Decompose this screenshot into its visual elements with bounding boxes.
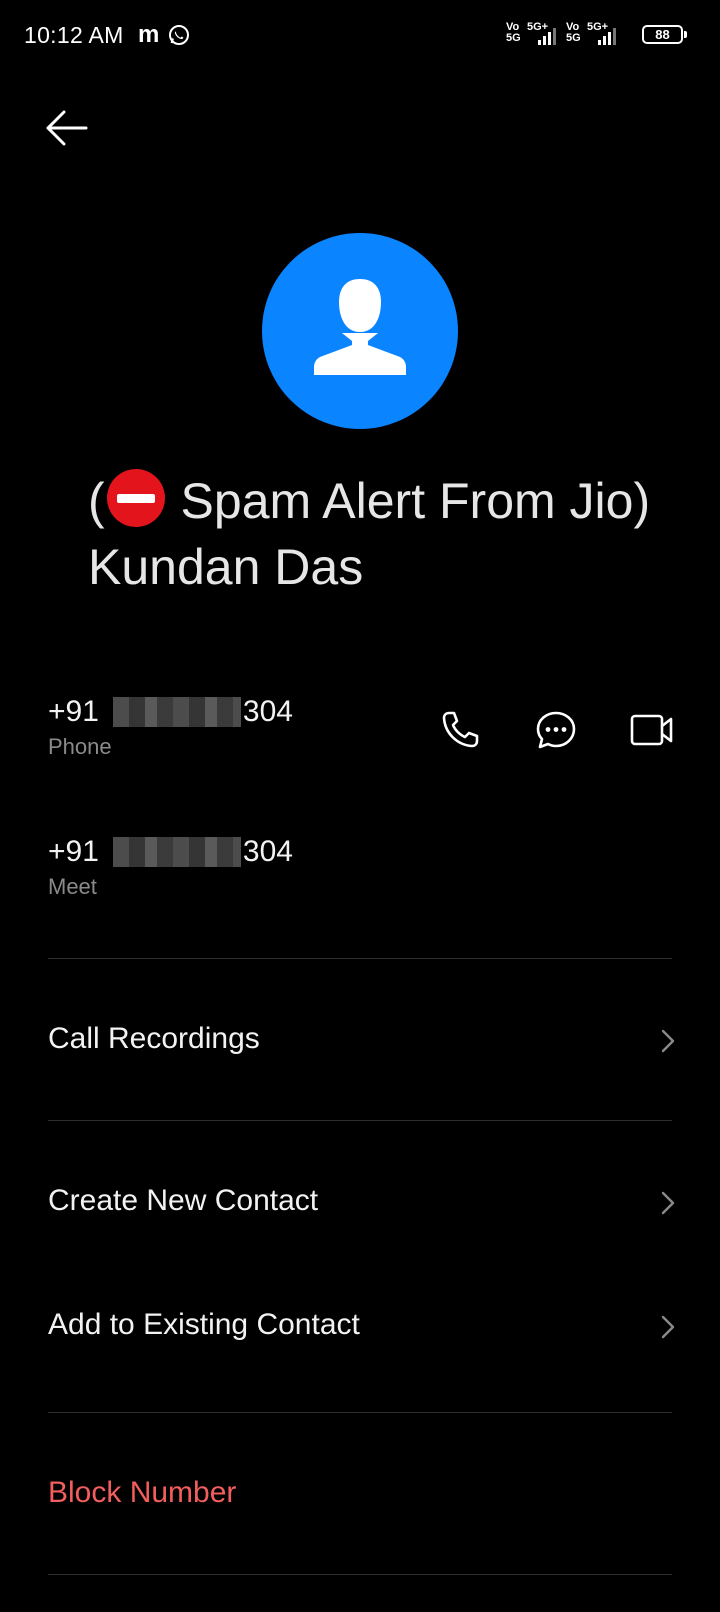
battery-nub — [684, 31, 687, 38]
message-button[interactable] — [534, 708, 578, 752]
m-icon: m — [138, 21, 160, 48]
phone-icon — [442, 711, 479, 748]
create-new-contact-row[interactable]: Create New Contact — [48, 1168, 678, 1238]
status-time: 10:12 AM — [24, 22, 124, 48]
video-call-icon — [630, 714, 673, 746]
phone-type-label: Meet — [48, 874, 97, 899]
phone-number: +91 304 — [48, 834, 678, 870]
contact-name-text: Spam Alert From Jio) Kundan Das — [88, 473, 651, 595]
divider — [48, 1120, 672, 1121]
create-new-contact-label: Create New Contact — [48, 1184, 319, 1217]
phone-prefix: +91 — [48, 835, 99, 868]
sim1-volte-indicator: Vo 5G — [506, 21, 521, 44]
phone-suffix: 304 — [242, 695, 293, 728]
phone-suffix: 304 — [242, 835, 293, 868]
sim2-signal-icon — [598, 28, 616, 45]
battery-indicator: 88 — [642, 25, 683, 44]
contact-name: ( Spam Alert From Jio) Kundan Das — [88, 468, 688, 600]
block-number-label: Block Number — [48, 1476, 237, 1509]
phone-type-label: Phone — [48, 734, 112, 759]
divider — [48, 1412, 672, 1413]
video-call-button[interactable] — [630, 708, 674, 752]
phone-prefix: +91 — [48, 695, 99, 728]
contact-avatar — [262, 233, 458, 429]
status-bar: 10:12 AM m Vo 5G 5G+ Vo 5G 5G+ 88 — [0, 0, 720, 72]
person-icon — [314, 279, 406, 375]
sim1-signal-icon — [538, 28, 556, 45]
divider — [48, 958, 672, 959]
chevron-right-icon — [661, 1191, 675, 1215]
meet-number-row[interactable]: +91 304 Meet — [48, 834, 678, 900]
phone-number-row[interactable]: +91 304 Phone — [48, 694, 678, 760]
divider — [48, 1574, 672, 1575]
sim2-volte-indicator: Vo 5G — [566, 21, 581, 44]
block-number-row[interactable]: Block Number — [48, 1460, 678, 1530]
add-to-existing-contact-row[interactable]: Add to Existing Contact — [48, 1292, 678, 1362]
chevron-right-icon — [661, 1029, 675, 1053]
contact-name-prefix: ( — [88, 473, 105, 529]
back-arrow-icon — [46, 110, 88, 146]
call-button[interactable] — [438, 708, 482, 752]
call-recordings-row[interactable]: Call Recordings — [48, 1006, 678, 1076]
chevron-right-icon — [661, 1315, 675, 1339]
no-entry-icon — [106, 469, 165, 527]
redacted-digits — [112, 837, 241, 867]
phone-number: +91 304 — [48, 694, 678, 730]
redacted-digits — [112, 697, 241, 727]
message-icon — [536, 711, 576, 749]
back-button[interactable] — [40, 102, 92, 154]
whatsapp-icon — [168, 24, 190, 51]
call-recordings-label: Call Recordings — [48, 1022, 260, 1055]
add-to-existing-contact-label: Add to Existing Contact — [48, 1308, 360, 1341]
